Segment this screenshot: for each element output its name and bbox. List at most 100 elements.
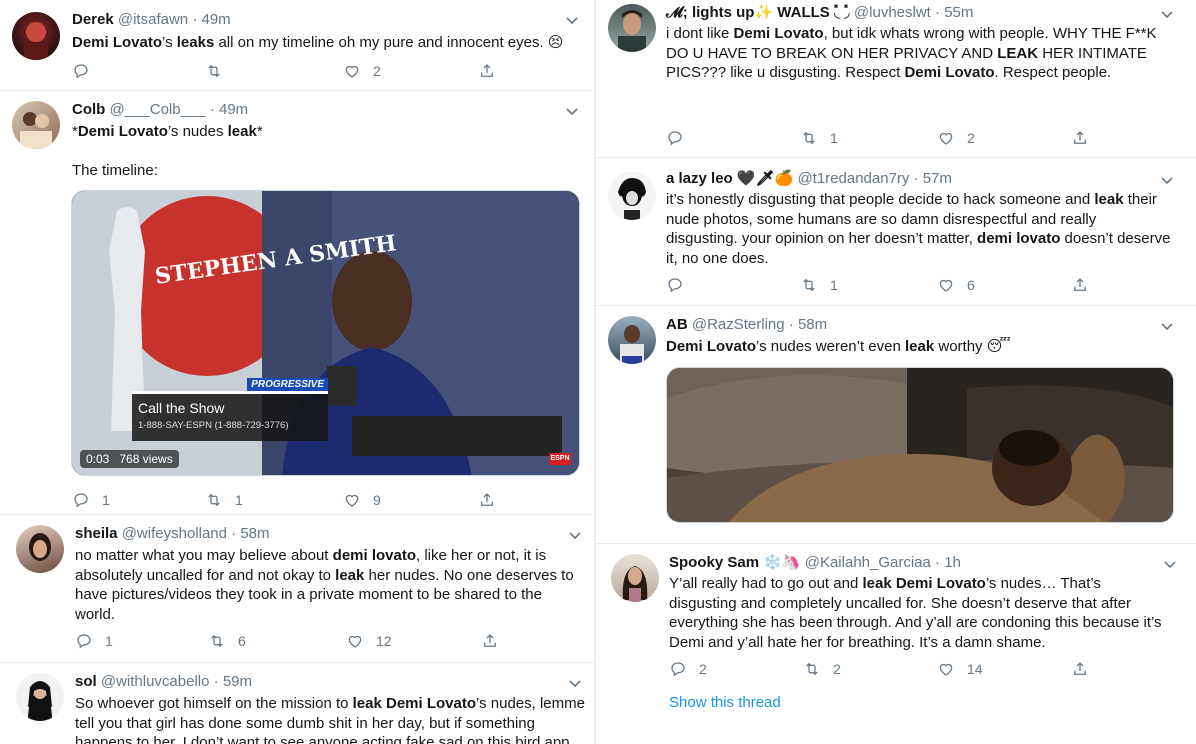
tweet-text: i dont like Demi Lovato, but idk whats w… bbox=[666, 25, 1157, 81]
timestamp[interactable]: 49m bbox=[201, 11, 230, 28]
avatar[interactable] bbox=[608, 316, 656, 364]
tweet-photo[interactable] bbox=[666, 367, 1174, 523]
chevron-down-icon[interactable] bbox=[1159, 318, 1175, 334]
display-name[interactable]: 𝓜; lights up✨ WALLS ◟̽ ◞̽ bbox=[666, 4, 850, 21]
tweet-header: 𝓜; lights up✨ WALLS ◟̽ ◞̽ @luvheslwt · 5… bbox=[666, 3, 973, 23]
video-duration: 0:03 bbox=[86, 452, 110, 466]
display-name[interactable]: Colb bbox=[72, 101, 105, 118]
reply-button[interactable]: 1 bbox=[72, 491, 110, 509]
heart-icon bbox=[939, 663, 953, 676]
tweet-sol[interactable]: sol @withluvcabello · 59m So whoever got… bbox=[0, 663, 594, 744]
display-name[interactable]: sheila bbox=[75, 525, 118, 542]
timestamp[interactable]: 55m bbox=[944, 4, 973, 21]
tweet-text: Y’all really had to go out and leak Demi… bbox=[669, 575, 1162, 651]
separator-dot: · bbox=[213, 673, 219, 690]
left-timeline-column: Derek @itsafawn · 49m Demi Lovato’s leak… bbox=[0, 0, 594, 744]
tweet-razsterling[interactable]: AB @RazSterling · 58m Demi Lovato’s nude… bbox=[596, 306, 1196, 544]
share-button[interactable] bbox=[478, 62, 496, 80]
handle[interactable]: @luvheslwt bbox=[854, 4, 931, 21]
like-button[interactable]: 2 bbox=[937, 129, 975, 147]
avatar[interactable] bbox=[611, 554, 659, 602]
reply-button[interactable] bbox=[72, 62, 102, 80]
share-button[interactable] bbox=[478, 491, 496, 509]
handle[interactable]: @itsafawn bbox=[118, 11, 188, 28]
heart-icon bbox=[345, 65, 359, 78]
timestamp[interactable]: 59m bbox=[223, 673, 252, 690]
highlighted-term: demi lovato bbox=[977, 230, 1061, 247]
tweet-colb[interactable]: Colb @___Colb___ · 49m *Demi Lovato’s nu… bbox=[0, 91, 594, 515]
reply-button[interactable]: 2 bbox=[669, 660, 707, 678]
like-button[interactable]: 9 bbox=[343, 491, 381, 509]
handle[interactable]: @RazSterling bbox=[692, 316, 785, 333]
chevron-down-icon[interactable] bbox=[564, 103, 580, 119]
avatar[interactable] bbox=[16, 673, 64, 721]
share-button[interactable] bbox=[1071, 276, 1089, 294]
like-button[interactable]: 14 bbox=[937, 660, 983, 678]
timestamp[interactable]: 57m bbox=[923, 170, 952, 187]
tweet-actions: 1 2 bbox=[666, 129, 1096, 149]
heart-icon bbox=[939, 132, 953, 145]
display-name[interactable]: AB bbox=[666, 316, 688, 333]
display-name[interactable]: sol bbox=[75, 673, 97, 690]
share-button[interactable] bbox=[1071, 129, 1089, 147]
tweet-sheila[interactable]: sheila @wifeysholland · 58m no matter wh… bbox=[0, 515, 594, 663]
handle[interactable]: @wifeysholland bbox=[122, 525, 227, 542]
tweet-luvheslwt[interactable]: 𝓜; lights up✨ WALLS ◟̽ ◞̽ @luvheslwt · 5… bbox=[596, 0, 1196, 158]
avatar[interactable] bbox=[608, 172, 656, 220]
avatar[interactable] bbox=[12, 101, 60, 149]
show-thread-link[interactable]: Show this thread bbox=[669, 694, 781, 711]
chevron-down-icon[interactable] bbox=[1159, 6, 1175, 22]
tweet-header: AB @RazSterling · 58m bbox=[666, 315, 827, 335]
chevron-down-icon[interactable] bbox=[1159, 172, 1175, 188]
highlighted-term: Demi Lovato bbox=[733, 25, 824, 42]
share-button[interactable] bbox=[1071, 660, 1089, 678]
reply-count: 2 bbox=[699, 661, 707, 677]
chevron-down-icon[interactable] bbox=[564, 12, 580, 28]
share-button[interactable] bbox=[481, 632, 499, 650]
share-icon bbox=[1074, 662, 1086, 675]
display-name[interactable]: a lazy leo 🖤🗡🍊 bbox=[666, 170, 793, 187]
tweet-derek[interactable]: Derek @itsafawn · 49m Demi Lovato’s leak… bbox=[0, 0, 594, 91]
reply-button[interactable] bbox=[666, 129, 696, 147]
retweet-button[interactable]: 1 bbox=[205, 491, 243, 509]
handle[interactable]: @___Colb___ bbox=[110, 101, 206, 118]
highlighted-term: Demi Lovato bbox=[72, 34, 163, 51]
like-button[interactable]: 2 bbox=[343, 62, 381, 80]
timestamp[interactable]: 58m bbox=[240, 525, 269, 542]
reply-button[interactable]: 1 bbox=[75, 632, 113, 650]
like-button[interactable]: 6 bbox=[937, 276, 975, 294]
retweet-count: 1 bbox=[830, 277, 838, 293]
video-player[interactable]: STEPHEN A SMITH PROGRESSIVE Call the Sho… bbox=[71, 190, 580, 476]
handle[interactable]: @Kailahh_Garciaa bbox=[805, 554, 931, 571]
share-icon bbox=[1074, 278, 1086, 291]
retweet-button[interactable]: 2 bbox=[803, 660, 841, 678]
like-count: 2 bbox=[373, 63, 381, 79]
avatar[interactable] bbox=[12, 12, 60, 60]
sponsor-tag: PROGRESSIVE bbox=[247, 378, 328, 391]
timestamp[interactable]: 58m bbox=[798, 316, 827, 333]
display-name[interactable]: Derek bbox=[72, 11, 114, 28]
chevron-down-icon[interactable] bbox=[567, 527, 583, 543]
chevron-down-icon[interactable] bbox=[567, 675, 583, 691]
handle[interactable]: @withluvcabello bbox=[101, 673, 210, 690]
chevron-down-icon[interactable] bbox=[1162, 556, 1178, 572]
tweet-kailahh-garciaa[interactable]: Spooky Sam ❄️🦄 @Kailahh_Garciaa · 1h Y’a… bbox=[596, 544, 1196, 744]
tweet-t1redandan7ry[interactable]: a lazy leo 🖤🗡🍊 @t1redandan7ry · 57m it’s… bbox=[596, 158, 1196, 306]
avatar[interactable] bbox=[608, 4, 656, 52]
handle[interactable]: @t1redandan7ry bbox=[797, 170, 909, 187]
tweet-actions: 1 6 bbox=[666, 276, 1096, 296]
avatar[interactable] bbox=[16, 525, 64, 573]
retweet-button[interactable] bbox=[205, 62, 235, 80]
retweet-button[interactable]: 1 bbox=[800, 129, 838, 147]
display-name[interactable]: Spooky Sam ❄️🦄 bbox=[669, 554, 801, 571]
like-button[interactable]: 12 bbox=[346, 632, 392, 650]
reply-button[interactable] bbox=[666, 276, 696, 294]
highlighted-term: leak bbox=[227, 123, 257, 140]
retweet-count: 1 bbox=[830, 130, 838, 146]
retweet-button[interactable]: 1 bbox=[800, 276, 838, 294]
retweet-icon bbox=[208, 64, 220, 78]
timestamp[interactable]: 49m bbox=[219, 101, 248, 118]
retweet-button[interactable]: 6 bbox=[208, 632, 246, 650]
timestamp[interactable]: 1h bbox=[944, 554, 961, 571]
heart-icon bbox=[939, 279, 953, 292]
